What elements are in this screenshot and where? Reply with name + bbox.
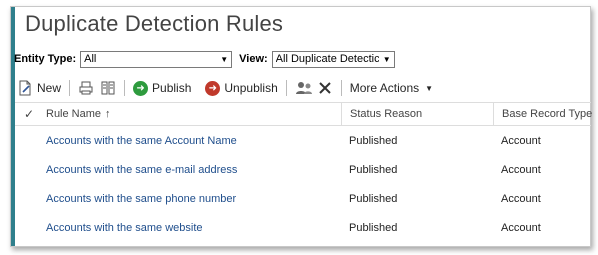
- publish-button-label: Publish: [152, 81, 192, 95]
- toolbar-separator: [285, 80, 287, 96]
- base-record-type-cell: Account: [501, 163, 541, 176]
- filter-bar: Entity Type: All ▼ View: All Duplicate D…: [14, 49, 395, 69]
- column-header-rule-name-label: Rule Name: [46, 108, 102, 120]
- assign-button[interactable]: [292, 77, 314, 99]
- unpublish-button-label: Unpublish: [224, 81, 278, 95]
- rule-name-link[interactable]: Accounts with the same website: [46, 222, 203, 234]
- page-title: Duplicate Detection Rules: [25, 11, 284, 36]
- table-row[interactable]: Accounts with the same website Published…: [15, 213, 591, 242]
- table-row[interactable]: Accounts with the same phone number Publ…: [15, 184, 591, 213]
- unpublish-icon: ➜: [205, 80, 221, 96]
- more-actions-button[interactable]: More Actions ▼: [347, 77, 436, 99]
- column-header-rule-name[interactable]: Rule Name ↑: [43, 103, 341, 125]
- status-reason-cell: Published: [349, 163, 398, 176]
- view-label: View:: [239, 53, 268, 65]
- print-button[interactable]: [75, 77, 97, 99]
- rule-name-link[interactable]: Accounts with the same Account Name: [46, 135, 237, 147]
- entity-type-value: All: [84, 53, 97, 65]
- entity-type-select[interactable]: All ▼: [80, 50, 233, 68]
- base-record-type-cell: Account: [501, 134, 541, 147]
- assign-users-icon: [295, 80, 312, 96]
- view-value: All Duplicate Detectic: [275, 53, 379, 65]
- toolbar-separator: [124, 80, 126, 96]
- print-icon: [78, 80, 94, 96]
- rules-grid: ✓ Rule Name ↑ Status Reason Base Record …: [15, 102, 593, 242]
- status-reason-cell: Published: [349, 221, 398, 234]
- new-record-icon: [17, 80, 33, 96]
- sort-ascending-icon: ↑: [105, 108, 111, 120]
- table-row[interactable]: Accounts with the same Account Name Publ…: [15, 126, 591, 155]
- toolbar-separator: [69, 80, 71, 96]
- report-icon: [100, 80, 116, 96]
- new-button-label: New: [37, 81, 62, 95]
- dropdown-arrow-icon: ▼: [382, 54, 391, 64]
- more-actions-label: More Actions: [349, 81, 420, 95]
- new-button[interactable]: New: [14, 77, 64, 99]
- toolbar-separator: [340, 80, 342, 96]
- command-bar: New ➜ Publish ➜ Unpublish More Actions ▼: [14, 77, 436, 99]
- publish-icon: ➜: [133, 80, 149, 96]
- base-record-type-cell: Account: [501, 192, 541, 205]
- delete-x-icon: [317, 80, 333, 96]
- dropdown-arrow-icon: ▼: [220, 54, 229, 64]
- publish-button[interactable]: ➜ Publish: [130, 77, 194, 99]
- entity-type-label: Entity Type:: [14, 53, 77, 65]
- rule-name-link[interactable]: Accounts with the same phone number: [46, 193, 236, 205]
- unpublish-button[interactable]: ➜ Unpublish: [202, 77, 280, 99]
- base-record-type-cell: Account: [501, 221, 541, 234]
- column-header-base-record-type[interactable]: Base Record Type: [493, 103, 593, 125]
- status-reason-cell: Published: [349, 192, 398, 205]
- rule-name-link[interactable]: Accounts with the same e-mail address: [46, 164, 237, 176]
- column-header-type-label: Base Record Type: [502, 108, 593, 120]
- grid-header: ✓ Rule Name ↑ Status Reason Base Record …: [15, 102, 593, 126]
- column-header-status-reason[interactable]: Status Reason: [341, 103, 493, 125]
- view-select[interactable]: All Duplicate Detectic ▼: [271, 50, 395, 68]
- status-reason-cell: Published: [349, 134, 398, 147]
- column-header-status-label: Status Reason: [350, 108, 423, 120]
- delete-button[interactable]: [314, 77, 336, 99]
- window-frame: Duplicate Detection Rules Entity Type: A…: [10, 6, 593, 247]
- table-row[interactable]: Accounts with the same e-mail address Pu…: [15, 155, 591, 184]
- select-all-checkmark-icon[interactable]: ✓: [15, 107, 43, 121]
- chevron-down-icon: ▼: [425, 83, 434, 93]
- report-button[interactable]: [97, 77, 119, 99]
